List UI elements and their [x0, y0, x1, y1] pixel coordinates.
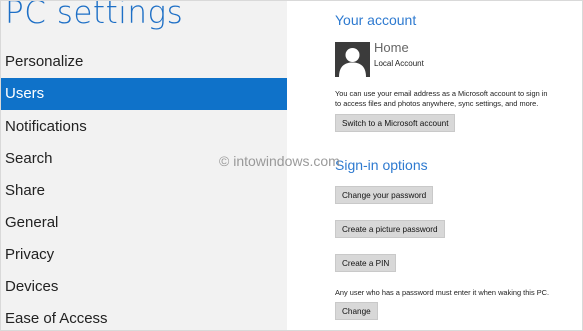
sidebar-item-devices[interactable]: Devices — [1, 271, 287, 303]
avatar[interactable] — [335, 42, 370, 77]
account-description-line-2: to access files and photos anywhere, syn… — [335, 99, 539, 108]
sidebar-item-share[interactable]: Share — [1, 175, 287, 207]
sidebar-item-notifications[interactable]: Notifications — [1, 111, 287, 143]
switch-to-microsoft-account-button[interactable]: Switch to a Microsoft account — [335, 114, 456, 132]
change-button[interactable]: Change — [335, 302, 378, 320]
page-title: PC settings — [5, 0, 184, 31]
account-name: Home — [374, 40, 409, 55]
user-silhouette-icon — [335, 42, 370, 77]
account-type: Local Account — [374, 59, 424, 68]
password-wake-note: Any user who has a password must enter i… — [335, 288, 550, 297]
sidebar-item-personalize[interactable]: Personalize — [1, 46, 287, 78]
sidebar-item-privacy[interactable]: Privacy — [1, 239, 287, 271]
sign-in-options-heading: Sign-in options — [335, 157, 428, 173]
create-pin-button[interactable]: Create a PIN — [335, 254, 397, 272]
change-password-button[interactable]: Change your password — [335, 186, 434, 204]
sidebar-item-ease-of-access[interactable]: Ease of Access — [1, 303, 287, 330]
sidebar-item-users[interactable]: Users — [1, 78, 287, 110]
pc-settings-window: PC settings Personalize Users Notificati… — [0, 0, 583, 331]
watermark: © intowindows.com — [219, 153, 340, 169]
sidebar-item-general[interactable]: General — [1, 207, 287, 239]
your-account-heading: Your account — [335, 12, 417, 28]
create-picture-password-button[interactable]: Create a picture password — [335, 220, 445, 238]
